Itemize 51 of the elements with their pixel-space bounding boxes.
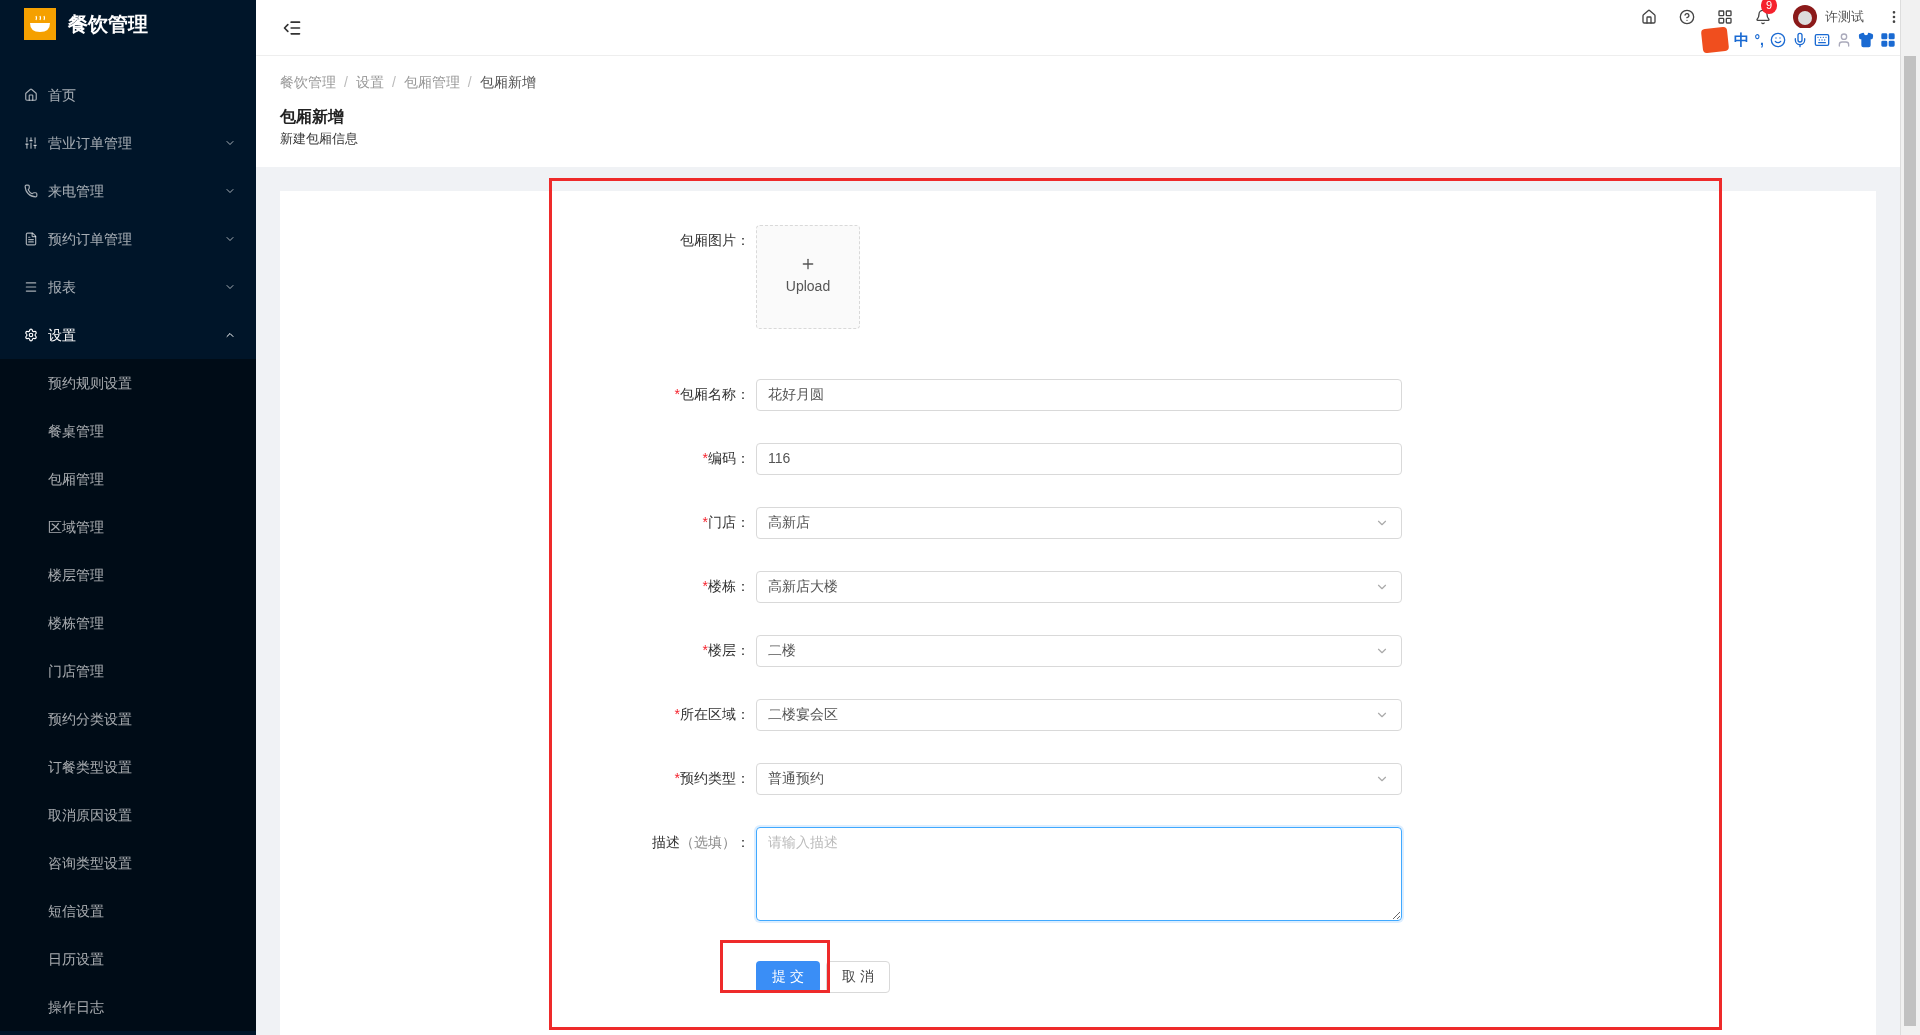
cancel-button[interactable]: 取 消 [826, 960, 890, 993]
select-field[interactable]: 二楼宴会区 [756, 698, 1402, 731]
submenu-item[interactable]: 餐桌管理 [0, 407, 256, 455]
page-title: 包厢新增 [280, 107, 345, 127]
sidebar-menu-item[interactable]: 营业订单管理 [0, 119, 256, 167]
sidebar-menu-item[interactable]: 设置 [0, 311, 256, 359]
page-subtitle: 新建包厢信息 [280, 130, 359, 148]
sidebar-menu-item[interactable]: 预约订单管理 [0, 215, 256, 263]
breadcrumb-separator: / [344, 73, 348, 92]
field-label: 包厢图片： [680, 231, 750, 250]
field-label: *编码： [702, 449, 750, 468]
text-field[interactable]: 116 [756, 442, 1402, 475]
submenu-item[interactable]: 包厢管理 [0, 455, 256, 503]
select-field[interactable]: 高新店大楼 [756, 570, 1402, 603]
select-field[interactable]: 二楼 [756, 634, 1402, 667]
sidebar-menu-item[interactable]: 首页 [0, 71, 256, 119]
submenu-item[interactable]: 预约规则设置 [0, 359, 256, 407]
sidebar-menu-item[interactable]: 报表 [0, 263, 256, 311]
submenu-item[interactable]: 咨询类型设置 [0, 839, 256, 887]
submenu-item[interactable]: 订餐类型设置 [0, 743, 256, 791]
field-label: *所在区域： [674, 705, 750, 724]
field-label: *楼栋： [702, 577, 750, 596]
upload-label: Upload [785, 277, 831, 296]
sidebar-menu-item[interactable]: 来电管理 [0, 167, 256, 215]
breadcrumb-separator: / [391, 73, 396, 92]
submenu-item[interactable]: 预约分类设置 [0, 695, 256, 743]
submenu-item[interactable]: 操作日志 [0, 983, 256, 1031]
user-name[interactable]: 许测试 [1825, 6, 1864, 27]
description-textarea[interactable]: 请输入描述 [756, 826, 1402, 921]
upload-area[interactable]: Upload [756, 224, 860, 329]
field-label: *预约类型： [674, 769, 750, 788]
breadcrumb-link[interactable]: 包厢新增 [479, 72, 536, 93]
select-field[interactable]: 普通预约 [756, 762, 1402, 795]
text-field[interactable]: 花好月圆 [756, 378, 1402, 411]
ime-punctuation[interactable]: °, [1754, 29, 1764, 51]
notification-badge: 9 [1761, 0, 1778, 14]
field-label: *包厢名称： [674, 385, 750, 404]
field-label: 描述（选填）： [652, 833, 750, 852]
submenu-item[interactable]: 短信设置 [0, 887, 256, 935]
field-label: *楼层： [702, 641, 750, 660]
breadcrumb-separator: / [467, 73, 472, 92]
submenu-item[interactable]: 楼层管理 [0, 551, 256, 599]
select-field[interactable]: 高新店 [756, 506, 1402, 539]
field-label: *门店： [702, 513, 750, 532]
submenu-item[interactable]: 门店管理 [0, 647, 256, 695]
submenu-item[interactable]: 区域管理 [0, 503, 256, 551]
submenu-item[interactable]: 日历设置 [0, 935, 256, 983]
app-title: 餐饮管理 [68, 12, 148, 37]
submenu-item[interactable]: 取消原因设置 [0, 791, 256, 839]
ime-mode[interactable]: 中 [1733, 28, 1749, 52]
submenu-item[interactable]: 楼栋管理 [0, 599, 256, 647]
